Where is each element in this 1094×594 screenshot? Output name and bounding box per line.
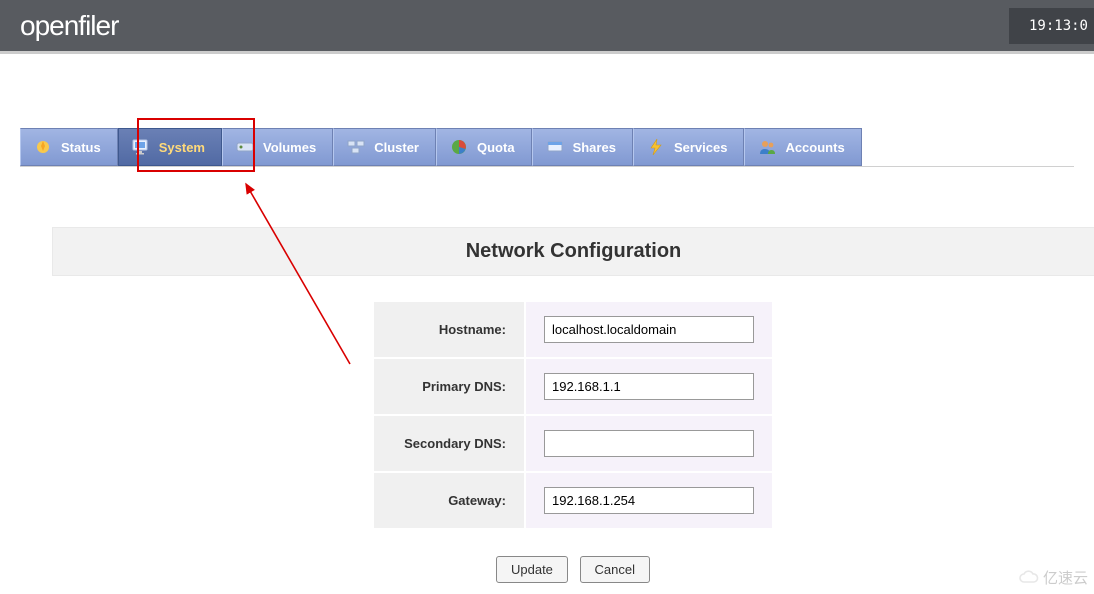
panel-title: Network Configuration — [52, 227, 1094, 276]
tab-accounts[interactable]: Accounts — [744, 128, 861, 166]
tab-cluster[interactable]: Cluster — [333, 128, 436, 166]
tab-label: Cluster — [374, 140, 419, 155]
users-icon — [757, 138, 777, 156]
tab-quota[interactable]: Quota — [436, 128, 532, 166]
nav-tabs-container: Status System Volumes Cluster Quota — [0, 128, 1094, 167]
tab-system[interactable]: System — [118, 128, 222, 166]
content-area: Network Configuration Hostname: Primary … — [52, 227, 1094, 583]
watermark: 亿速云 — [1018, 567, 1088, 588]
tab-volumes[interactable]: Volumes — [222, 128, 333, 166]
tab-shares[interactable]: Shares — [532, 128, 633, 166]
disk-icon — [235, 138, 255, 156]
tab-label: Shares — [573, 140, 616, 155]
hostname-input[interactable] — [544, 316, 754, 343]
primary-dns-input[interactable] — [544, 373, 754, 400]
cluster-icon — [346, 138, 366, 156]
tab-status[interactable]: Status — [20, 128, 118, 166]
tab-label: Quota — [477, 140, 515, 155]
watermark-text: 亿速云 — [1043, 567, 1088, 588]
tab-label: Status — [61, 140, 101, 155]
app-logo: openfiler — [0, 10, 118, 42]
cancel-button[interactable]: Cancel — [580, 556, 650, 583]
form-buttons: Update Cancel — [52, 556, 1094, 583]
gateway-input[interactable] — [544, 487, 754, 514]
secondary-dns-input[interactable] — [544, 430, 754, 457]
lightning-icon — [646, 138, 666, 156]
tab-label: Volumes — [263, 140, 316, 155]
network-config-form: Hostname: Primary DNS: Secondary DNS: Ga… — [372, 300, 774, 530]
secondary-dns-label: Secondary DNS: — [374, 416, 524, 471]
status-icon — [33, 138, 53, 156]
nav-tabs: Status System Volumes Cluster Quota — [20, 128, 1074, 167]
hostname-cell — [526, 302, 772, 357]
shares-icon — [545, 138, 565, 156]
monitor-icon — [131, 138, 151, 156]
gateway-label: Gateway: — [374, 473, 524, 528]
pie-chart-icon — [449, 138, 469, 156]
secondary-dns-cell — [526, 416, 772, 471]
header-clock: 19:13:0 — [1009, 8, 1094, 44]
tab-label: Accounts — [785, 140, 844, 155]
gateway-cell — [526, 473, 772, 528]
primary-dns-cell — [526, 359, 772, 414]
tab-services[interactable]: Services — [633, 128, 745, 166]
hostname-label: Hostname: — [374, 302, 524, 357]
tab-label: System — [159, 140, 205, 155]
tab-label: Services — [674, 140, 728, 155]
update-button[interactable]: Update — [496, 556, 568, 583]
primary-dns-label: Primary DNS: — [374, 359, 524, 414]
header-bar: openfiler 19:13:0 — [0, 0, 1094, 54]
